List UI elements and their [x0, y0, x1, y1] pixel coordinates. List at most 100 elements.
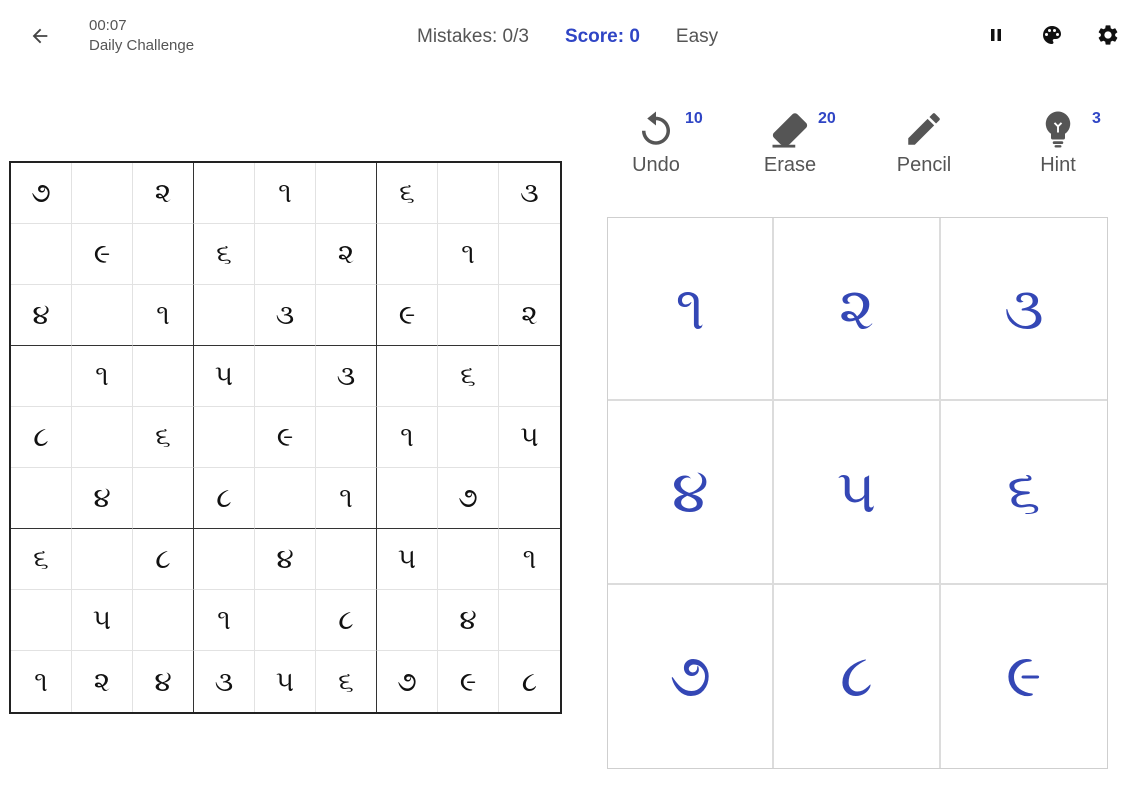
- board-cell[interactable]: ૯: [438, 651, 499, 712]
- board-cell[interactable]: [133, 224, 194, 285]
- board-cell[interactable]: [255, 224, 316, 285]
- board-cell[interactable]: ૪: [72, 468, 133, 529]
- board-cell[interactable]: [194, 163, 255, 224]
- board-cell[interactable]: ૮: [11, 407, 72, 468]
- board-cell[interactable]: ૧: [377, 407, 438, 468]
- number-key[interactable]: ૪: [608, 401, 775, 585]
- board-cell[interactable]: [255, 468, 316, 529]
- board-cell[interactable]: [133, 468, 194, 529]
- board-cell[interactable]: ૯: [72, 224, 133, 285]
- board-cell[interactable]: [438, 529, 499, 590]
- board-cell[interactable]: [72, 529, 133, 590]
- board-cell[interactable]: ૧: [316, 468, 377, 529]
- board-cell[interactable]: [438, 163, 499, 224]
- number-key[interactable]: ૩: [940, 218, 1107, 402]
- board-cell[interactable]: [499, 346, 560, 407]
- board-cell[interactable]: ૩: [194, 651, 255, 712]
- undo-button[interactable]: Undo 10: [601, 106, 711, 177]
- board-cell[interactable]: ૬: [133, 407, 194, 468]
- pencil-button[interactable]: Pencil: [869, 106, 979, 177]
- board-cell[interactable]: [316, 529, 377, 590]
- number-key[interactable]: ૭: [608, 584, 775, 768]
- board-cell[interactable]: ૪: [255, 529, 316, 590]
- board-cell[interactable]: ૩: [316, 346, 377, 407]
- settings-button[interactable]: [1095, 22, 1121, 48]
- board-cell[interactable]: ૭: [438, 468, 499, 529]
- board-cell[interactable]: [438, 285, 499, 346]
- board-cell[interactable]: ૬: [11, 529, 72, 590]
- number-key[interactable]: ૯: [941, 585, 1107, 768]
- board-cell[interactable]: [133, 590, 194, 651]
- erase-button[interactable]: Erase 20: [735, 106, 845, 177]
- board-cell[interactable]: [255, 590, 316, 651]
- board-cell[interactable]: [11, 224, 72, 285]
- number-key[interactable]: ૨: [774, 218, 941, 402]
- board-cell[interactable]: ૮: [499, 651, 560, 712]
- board-cell[interactable]: [377, 224, 438, 285]
- board-cell[interactable]: ૨: [316, 224, 377, 285]
- board-cell[interactable]: ૩: [255, 285, 316, 346]
- board-cell[interactable]: ૧: [194, 590, 255, 651]
- theme-button[interactable]: [1039, 22, 1065, 48]
- pause-button[interactable]: [983, 22, 1009, 48]
- board-cell[interactable]: ૧: [72, 346, 133, 407]
- board-cell[interactable]: [194, 285, 255, 346]
- board-cell[interactable]: ૫: [377, 529, 438, 590]
- board-cell[interactable]: ૫: [72, 590, 133, 651]
- board-cell[interactable]: ૯: [377, 285, 438, 346]
- board-cell[interactable]: [316, 285, 377, 346]
- board-cell[interactable]: [11, 346, 72, 407]
- board-cell[interactable]: ૬: [316, 651, 377, 712]
- board-cell[interactable]: [11, 468, 72, 529]
- board-cell[interactable]: ૭: [377, 651, 438, 712]
- back-button[interactable]: [24, 20, 56, 52]
- board-cell[interactable]: [377, 468, 438, 529]
- board-cell[interactable]: ૩: [499, 163, 560, 224]
- number-key[interactable]: ૬: [940, 401, 1107, 585]
- lightbulb-icon: [1045, 111, 1071, 148]
- board-cell[interactable]: ૪: [133, 651, 194, 712]
- board-cell[interactable]: ૬: [377, 163, 438, 224]
- board-cell[interactable]: ૧: [438, 224, 499, 285]
- board-cell[interactable]: ૧: [11, 651, 72, 712]
- board-cell[interactable]: [499, 468, 560, 529]
- board-cell[interactable]: ૮: [194, 468, 255, 529]
- board-cell[interactable]: ૨: [133, 163, 194, 224]
- board-cell[interactable]: [377, 590, 438, 651]
- board-cell[interactable]: ૫: [255, 651, 316, 712]
- erase-label: Erase: [763, 154, 817, 176]
- board-cell[interactable]: [499, 224, 560, 285]
- number-key[interactable]: ૮: [774, 584, 941, 768]
- board-cell[interactable]: [377, 346, 438, 407]
- number-key[interactable]: ૫: [774, 401, 941, 585]
- board-cell[interactable]: [72, 285, 133, 346]
- board-cell[interactable]: ૫: [194, 346, 255, 407]
- board-cell[interactable]: [316, 163, 377, 224]
- board-cell[interactable]: ૪: [438, 590, 499, 651]
- board-cell[interactable]: ૭: [11, 163, 72, 224]
- board-cell[interactable]: [255, 346, 316, 407]
- board-cell[interactable]: [438, 407, 499, 468]
- board-cell[interactable]: ૮: [133, 529, 194, 590]
- board-cell[interactable]: [72, 407, 133, 468]
- board-cell[interactable]: [194, 529, 255, 590]
- board-cell[interactable]: [72, 163, 133, 224]
- hint-button[interactable]: Hint 3: [1003, 106, 1113, 177]
- board-cell[interactable]: [499, 590, 560, 651]
- board-cell[interactable]: ૯: [255, 407, 316, 468]
- board-cell[interactable]: [316, 407, 377, 468]
- board-cell[interactable]: [133, 346, 194, 407]
- board-cell[interactable]: ૨: [499, 285, 560, 346]
- board-cell[interactable]: [11, 590, 72, 651]
- board-cell[interactable]: ૧: [133, 285, 194, 346]
- board-cell[interactable]: ૨: [72, 651, 133, 712]
- board-cell[interactable]: ૫: [499, 407, 560, 468]
- board-cell[interactable]: ૧: [499, 529, 560, 590]
- board-cell[interactable]: [194, 407, 255, 468]
- board-cell[interactable]: ૬: [194, 224, 255, 285]
- board-cell[interactable]: ૮: [316, 590, 377, 651]
- board-cell[interactable]: ૬: [438, 346, 499, 407]
- number-key[interactable]: ૧: [608, 218, 775, 402]
- board-cell[interactable]: ૪: [11, 285, 72, 346]
- board-cell[interactable]: ૧: [255, 163, 316, 224]
